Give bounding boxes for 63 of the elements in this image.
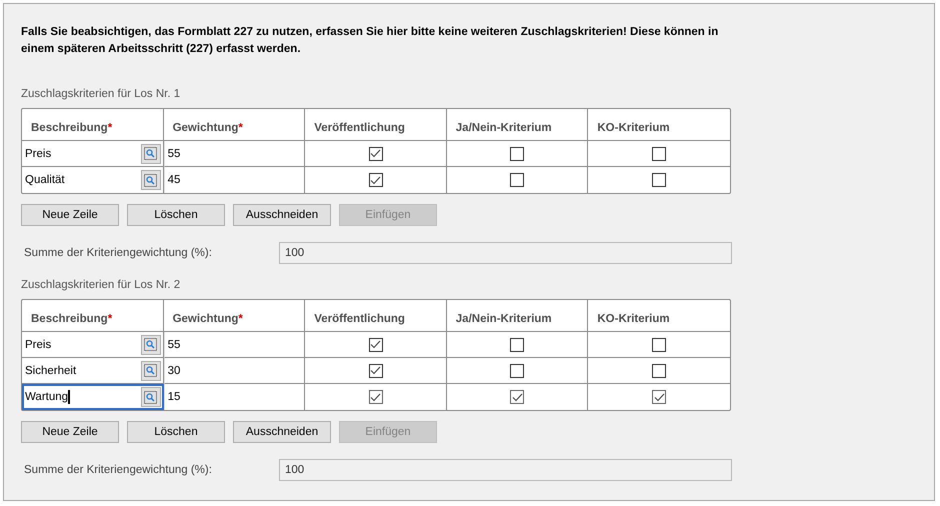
checkbox[interactable] (510, 390, 524, 404)
lookup-button[interactable] (140, 360, 161, 380)
sum-label: Summe der Kriteriengewichtung (%): (24, 464, 213, 476)
notice-text: Falls Sie beabsichtigen, das Formblatt 227 zu nutzen, erfassen Sie hier bitte keine weiteren Zuschlagskriterien! Diese können in einem späteren Arbeitsschritt (227) erfasst werden. (21, 25, 720, 57)
description-field[interactable]: Preis (22, 141, 164, 167)
checkbox[interactable] (368, 146, 383, 160)
weight-field[interactable]: 30 (164, 358, 306, 384)
column-header: Veröffentlichung (305, 109, 447, 141)
weight-field[interactable]: 55 (164, 141, 306, 167)
action-button[interactable]: Ausschneiden (233, 204, 331, 226)
description-field[interactable]: Preis (22, 332, 164, 358)
search-icon (144, 174, 158, 186)
sum-label: Summe der Kriteriengewichtung (%): (24, 247, 213, 259)
column-header: Beschreibung* (22, 109, 164, 141)
checkbox[interactable] (652, 390, 666, 404)
section-title: Zuschlagskriterien für Los Nr. 2 (21, 279, 180, 291)
column-header: Ja/Nein-Kriterium (446, 109, 588, 141)
checkbox[interactable] (510, 146, 524, 160)
action-button[interactable]: Löschen (127, 204, 225, 226)
action-button[interactable]: Löschen (127, 421, 225, 443)
checkbox[interactable] (652, 146, 666, 160)
checkbox[interactable] (510, 338, 524, 352)
lookup-button[interactable] (140, 144, 161, 164)
weight-field[interactable]: 15 (164, 384, 306, 410)
column-header: Veröffentlichung (305, 300, 447, 332)
section-title: Zuschlagskriterien für Los Nr. 1 (21, 88, 180, 100)
action-button[interactable]: Neue Zeile (21, 421, 119, 443)
column-header: KO-Kriterium (588, 300, 730, 332)
column-header: Gewichtung* (164, 300, 306, 332)
search-icon (144, 364, 158, 377)
column-header: Ja/Nein-Kriterium (446, 300, 588, 332)
checkbox[interactable] (652, 364, 666, 378)
lookup-button[interactable] (140, 387, 161, 407)
checkbox[interactable] (510, 364, 524, 378)
column-header: Beschreibung* (22, 300, 164, 332)
search-icon (144, 338, 158, 351)
column-header: Gewichtung* (164, 109, 306, 141)
description-text: Sicherheit (25, 364, 76, 376)
action-button[interactable]: Ausschneiden (233, 421, 331, 443)
description-field[interactable]: Sicherheit (22, 358, 164, 384)
description-text: Preis (25, 148, 52, 160)
checkbox[interactable] (368, 338, 383, 352)
description-field[interactable]: Wartung (22, 384, 164, 410)
checkbox[interactable] (652, 173, 666, 187)
weight-field[interactable]: 45 (164, 167, 306, 193)
description-text: Qualität (25, 174, 65, 186)
lookup-button[interactable] (140, 170, 161, 190)
search-icon (144, 147, 158, 160)
lookup-button[interactable] (140, 334, 161, 354)
description-field[interactable]: Qualität (22, 167, 164, 193)
checkbox[interactable] (368, 173, 383, 187)
checkbox[interactable] (652, 338, 666, 352)
description-text: Preis (25, 338, 52, 350)
checkbox[interactable] (368, 390, 383, 404)
checkbox[interactable] (368, 364, 383, 378)
search-icon (144, 390, 158, 404)
sum-field: 100 (279, 242, 732, 264)
checkbox[interactable] (510, 173, 524, 187)
weight-field[interactable]: 55 (164, 332, 306, 358)
description-text: Wartung (25, 390, 70, 404)
column-header: KO-Kriterium (588, 109, 730, 141)
action-button[interactable]: Neue Zeile (21, 204, 119, 226)
sum-field: 100 (279, 459, 732, 481)
